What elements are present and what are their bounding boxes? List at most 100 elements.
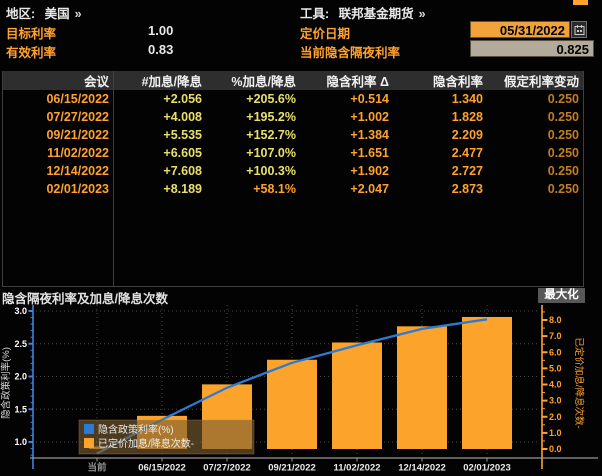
svg-text:2.0: 2.0	[14, 372, 27, 382]
bar[interactable]	[332, 342, 382, 449]
chart-legend: 隐含政策利率(%)已定价加息/降息次数-	[79, 420, 254, 454]
chart-canvas[interactable]: 3.02.52.01.51.0隐含政策利率(%)8.07.06.05.04.03…	[0, 303, 602, 476]
implied-overnight-value: 0.825	[470, 40, 594, 57]
legend-label: 隐含政策利率(%)	[98, 423, 174, 436]
cell-pct: +152.7%	[206, 128, 300, 142]
x-tick-label: 11/02/2022	[333, 463, 380, 474]
table-row[interactable]: 12/14/2022+7.608+100.3%+1.9022.7270.250	[3, 162, 583, 180]
x-axis: 当前 06/15/2022 07/27/2022 09/21/2022 11/02/20…	[30, 458, 598, 474]
cell-implied: 2.727	[393, 164, 487, 178]
cell-pct: +205.6%	[206, 92, 300, 106]
table-row[interactable]: 02/01/2023+8.189+58.1%+2.0472.8730.250	[3, 180, 583, 198]
cell-delta: +0.514	[300, 92, 393, 106]
cell-assumed: 0.250	[487, 146, 583, 160]
cell-meeting: 09/21/2022	[3, 128, 113, 142]
table-row[interactable]: 07/27/2022+4.008+195.2%+1.0021.8280.250	[3, 108, 583, 126]
cell-assumed: 0.250	[487, 182, 583, 196]
column-header-1: #加息/降息	[113, 71, 206, 90]
cell-hikes: +5.535	[113, 128, 206, 142]
cell-hikes: +8.189	[113, 182, 206, 196]
bar[interactable]	[267, 360, 317, 449]
x-tick-label: 12/14/2022	[398, 463, 446, 474]
cell-pct: +100.3%	[206, 164, 300, 178]
cell-assumed: 0.250	[487, 92, 583, 106]
meetings-table: 会议#加息/降息%加息/降息隐含利率 Δ隐含利率假定利率变动 06/15/202…	[2, 71, 584, 287]
legend-swatch	[84, 438, 94, 448]
cell-delta: +1.902	[300, 164, 393, 178]
pricing-date-input[interactable]: 05/31/2022	[470, 21, 570, 38]
region-link[interactable]: 美国»	[45, 7, 82, 21]
svg-text:1.0: 1.0	[14, 437, 27, 447]
svg-text:1.0: 1.0	[549, 428, 562, 438]
legend-swatch	[84, 424, 94, 434]
x-tick-label: 当前	[87, 462, 107, 474]
cell-assumed: 0.250	[487, 110, 583, 124]
maximize-button[interactable]: 最大化	[538, 288, 585, 303]
bar[interactable]	[462, 317, 512, 449]
table-row[interactable]: 09/21/2022+5.535+152.7%+1.3842.2090.250	[3, 126, 583, 144]
svg-text:3.0: 3.0	[549, 396, 562, 406]
x-tick-label: 06/15/2022	[138, 463, 186, 474]
svg-text:1.5: 1.5	[14, 404, 27, 414]
cell-pct: +58.1%	[206, 182, 300, 196]
cell-implied: 1.340	[393, 92, 487, 106]
region-row: 地区: 美国»	[6, 3, 82, 23]
table-row[interactable]: 11/02/2022+6.605+107.0%+1.6512.4770.250	[3, 144, 583, 162]
svg-text:6.0: 6.0	[549, 347, 562, 357]
cell-implied: 2.209	[393, 128, 487, 142]
column-header-3: 隐含利率 Δ	[300, 71, 393, 90]
column-header-4: 隐含利率	[393, 71, 487, 90]
calendar-button[interactable]	[571, 21, 587, 38]
cell-hikes: +4.008	[113, 110, 206, 124]
scroll-indicator	[573, 0, 588, 5]
pricing-date-label: 定价日期	[300, 23, 350, 42]
cell-delta: +1.651	[300, 146, 393, 160]
svg-text:8.0: 8.0	[549, 315, 562, 325]
cell-pct: +195.2%	[206, 110, 300, 124]
x-tick-label: 09/21/2022	[268, 463, 316, 474]
cell-meeting: 11/02/2022	[3, 146, 113, 160]
cell-delta: +1.002	[300, 110, 393, 124]
cell-implied: 1.828	[393, 110, 487, 124]
cell-meeting: 02/01/2023	[3, 182, 113, 196]
wirp-screen: 地区: 美国» 工具: 联邦基金期货» 目标利率 1.00 定价日期 05/31…	[0, 0, 602, 476]
svg-text:2.5: 2.5	[14, 339, 27, 349]
column-header-0: 会议	[3, 71, 113, 90]
svg-text:2.0: 2.0	[549, 412, 562, 422]
left-axis-label: 隐含政策利率(%)	[0, 347, 12, 419]
bar[interactable]	[397, 326, 447, 449]
calendar-icon	[574, 24, 585, 36]
svg-text:0.0: 0.0	[549, 444, 562, 454]
region-label: 地区:	[6, 7, 35, 21]
effective-rate-label: 有效利率	[6, 42, 56, 61]
cell-hikes: +6.605	[113, 146, 206, 160]
chevron-right-icon: »	[419, 7, 426, 21]
cell-meeting: 07/27/2022	[3, 110, 113, 124]
svg-text:3.0: 3.0	[14, 306, 27, 316]
cell-hikes: +2.056	[113, 92, 206, 106]
cell-implied: 2.873	[393, 182, 487, 196]
cell-pct: +107.0%	[206, 146, 300, 160]
tool-link[interactable]: 联邦基金期货»	[339, 7, 426, 21]
column-header-5: 假定利率变动	[487, 71, 583, 90]
left-axis: 3.0 2.5 2.0 1.5 1.0 隐含政策利率(%)	[0, 305, 33, 469]
target-rate-value: 1.00	[148, 23, 173, 38]
cell-meeting: 12/14/2022	[3, 164, 113, 178]
effective-rate-value: 0.83	[148, 42, 173, 57]
table-row[interactable]: 06/15/2022+2.056+205.6%+0.5141.3400.250	[3, 90, 583, 108]
cell-assumed: 0.250	[487, 128, 583, 142]
x-tick-label: 07/27/2022	[203, 463, 251, 474]
cell-delta: +2.047	[300, 182, 393, 196]
svg-text:7.0: 7.0	[549, 331, 562, 341]
implied-overnight-label: 当前隐含隔夜利率	[300, 42, 400, 61]
target-rate-label: 目标利率	[6, 23, 56, 42]
x-tick-label: 02/01/2023	[463, 463, 511, 474]
svg-text:4.0: 4.0	[549, 380, 562, 390]
table-header: 会议#加息/降息%加息/降息隐含利率 Δ隐含利率假定利率变动	[3, 71, 583, 90]
cell-assumed: 0.250	[487, 164, 583, 178]
cell-implied: 2.477	[393, 146, 487, 160]
column-header-2: %加息/降息	[206, 71, 300, 90]
cell-delta: +1.384	[300, 128, 393, 142]
cell-meeting: 06/15/2022	[3, 92, 113, 106]
tool-label: 工具:	[300, 7, 329, 21]
